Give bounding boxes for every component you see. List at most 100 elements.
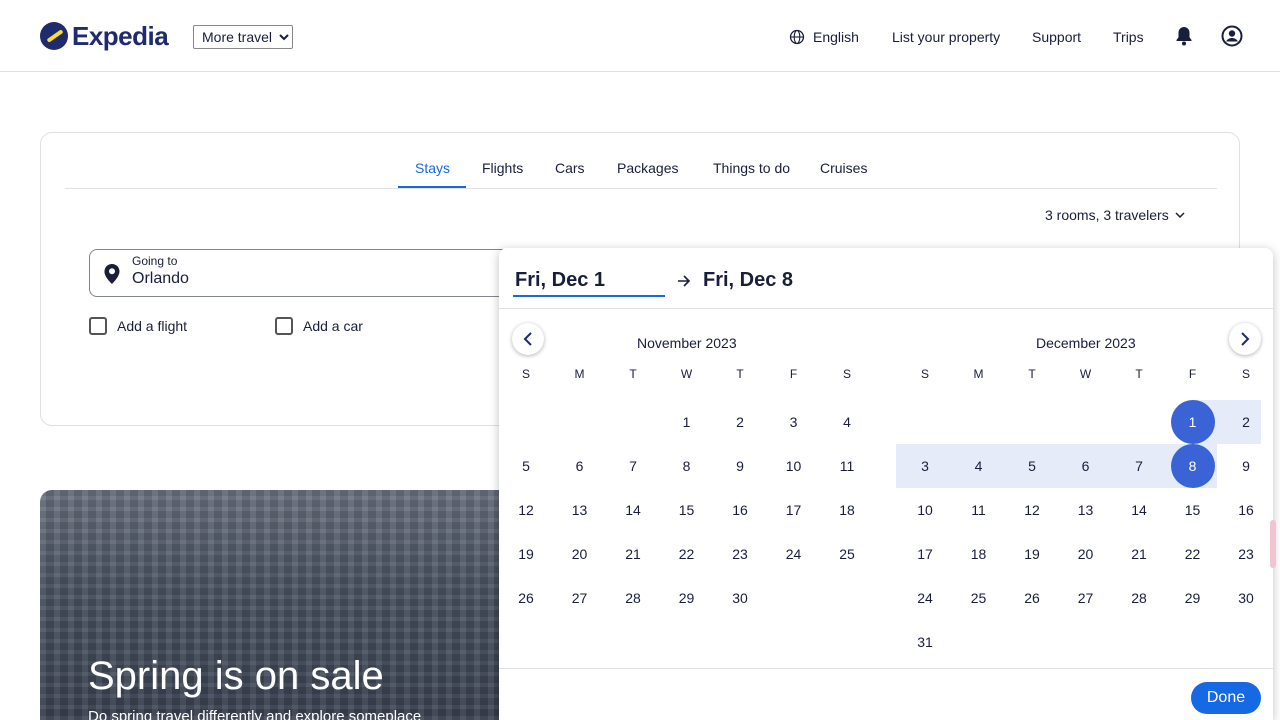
add-car-checkbox[interactable]: Add a car [275,317,363,335]
calendar-day[interactable]: 9 [725,451,755,481]
calendar-day[interactable]: 19 [1017,539,1047,569]
next-month-button[interactable] [1229,323,1261,355]
calendar-day[interactable]: 28 [618,583,648,613]
calendar-day[interactable]: 16 [725,495,755,525]
calendar-day[interactable]: 23 [1231,539,1261,569]
calendar-day[interactable]: 23 [725,539,755,569]
calendar-day[interactable]: 21 [1124,539,1154,569]
calendar-day[interactable]: 28 [1124,583,1154,613]
expedia-logo[interactable]: Expedia [40,20,169,52]
calendar-day[interactable]: 20 [1071,539,1101,569]
chevron-left-icon [523,332,532,346]
destination-field[interactable]: Going to Orlando [89,249,569,297]
tab-things-to-do[interactable]: Things to do [713,157,790,179]
check-out-label: Fri, Dec 8 [703,269,794,291]
calendar-day[interactable]: 26 [1017,583,1047,613]
calendar-day[interactable]: 19 [511,539,541,569]
calendar-day[interactable]: 11 [964,495,994,525]
checkbox-box[interactable] [89,317,107,335]
calendar-day[interactable]: 26 [511,583,541,613]
calendar-day[interactable]: 9 [1231,451,1261,481]
calendar-day[interactable]: 13 [1071,495,1101,525]
weekday-header: S [920,367,929,381]
tab-cars[interactable]: Cars [555,157,585,179]
calendar-day[interactable]: 10 [910,495,940,525]
calendar-day[interactable]: 27 [1071,583,1101,613]
calendar-day[interactable]: 29 [1178,583,1208,613]
calendar-day[interactable]: 29 [672,583,702,613]
calendar-day[interactable]: 6 [1071,451,1101,481]
calendar-day[interactable]: 10 [779,451,809,481]
list-property-link[interactable]: List your property [892,26,1000,48]
rooms-travelers-select[interactable]: 3 rooms, 3 travelers [1045,207,1185,223]
calendar-day[interactable]: 2 [1231,407,1261,437]
calendar-day[interactable]: 3 [779,407,809,437]
done-button[interactable]: Done [1191,682,1261,714]
calendar-day[interactable]: 17 [910,539,940,569]
calendar-day[interactable]: 8 [672,451,702,481]
more-travel-select[interactable]: More travel [193,25,293,49]
date-picker: Fri, Dec 1 Fri, Dec 8 November 2023 Dece… [499,248,1273,720]
calendar-day[interactable]: 5 [1017,451,1047,481]
scrollbar-thumb[interactable] [1270,520,1276,568]
calendar-day[interactable]: 12 [1017,495,1047,525]
weekday-header: S [842,367,851,381]
calendar-day[interactable]: 4 [964,451,994,481]
calendar-day[interactable]: 30 [1231,583,1261,613]
calendar-day[interactable]: 7 [618,451,648,481]
destination-value[interactable]: Orlando [132,270,189,288]
calendar-day[interactable]: 8 [1178,451,1208,481]
checkbox-box[interactable] [275,317,293,335]
calendar-day[interactable]: 22 [672,539,702,569]
calendar-day[interactable]: 5 [511,451,541,481]
calendar-day[interactable]: 4 [832,407,862,437]
calendar-day[interactable]: 25 [832,539,862,569]
calendar-day[interactable]: 6 [565,451,595,481]
weekday-header: W [680,367,693,381]
calendar-day[interactable]: 25 [964,583,994,613]
calendar-day[interactable]: 16 [1231,495,1261,525]
tab-stays[interactable]: Stays [415,157,450,179]
support-link[interactable]: Support [1032,26,1081,48]
calendar-day[interactable]: 21 [618,539,648,569]
calendar-day[interactable]: 18 [832,495,862,525]
previous-month-button[interactable] [512,323,544,355]
calendar-day[interactable]: 24 [910,583,940,613]
notifications-button[interactable] [1166,20,1202,52]
check-in-date[interactable]: Fri, Dec 1 [515,269,605,292]
weekday-header: S [1241,367,1250,381]
calendar-day[interactable]: 22 [1178,539,1208,569]
calendar-day[interactable]: 17 [779,495,809,525]
language-button[interactable]: English [789,26,859,48]
calendar-day[interactable]: 27 [565,583,595,613]
calendar-day[interactable]: 18 [964,539,994,569]
account-button[interactable] [1220,20,1244,52]
calendar-day[interactable]: 11 [832,451,862,481]
calendar-day[interactable]: 30 [725,583,755,613]
calendar-day[interactable]: 3 [910,451,940,481]
calendar-day[interactable]: 20 [565,539,595,569]
tab-flights[interactable]: Flights [482,157,523,179]
check-out-date[interactable]: Fri, Dec 8 [677,269,793,292]
site-header: Expedia More travel English List your pr… [0,0,1280,72]
calendar-day[interactable]: 12 [511,495,541,525]
calendar-day[interactable]: 15 [672,495,702,525]
calendar-day[interactable]: 15 [1178,495,1208,525]
add-flight-checkbox[interactable]: Add a flight [89,317,187,335]
promo-subtitle: Do spring travel differently and explore… [88,708,422,720]
trips-link[interactable]: Trips [1113,26,1144,48]
travel-tabs: Stays Flights Cars Packages Things to do… [65,133,1217,189]
tab-packages[interactable]: Packages [617,157,678,179]
calendar-day[interactable]: 7 [1124,451,1154,481]
calendar-day[interactable]: 14 [618,495,648,525]
calendar-day[interactable]: 13 [565,495,595,525]
expedia-logo-icon [40,22,68,50]
calendar-day[interactable]: 31 [910,627,940,657]
calendar-day[interactable]: 1 [672,407,702,437]
calendar-day[interactable]: 1 [1178,407,1208,437]
calendar-day[interactable]: 2 [725,407,755,437]
calendar-day[interactable]: 14 [1124,495,1154,525]
tab-cruises[interactable]: Cruises [820,157,867,179]
calendar-day[interactable]: 24 [779,539,809,569]
arrow-right-icon [678,274,691,287]
